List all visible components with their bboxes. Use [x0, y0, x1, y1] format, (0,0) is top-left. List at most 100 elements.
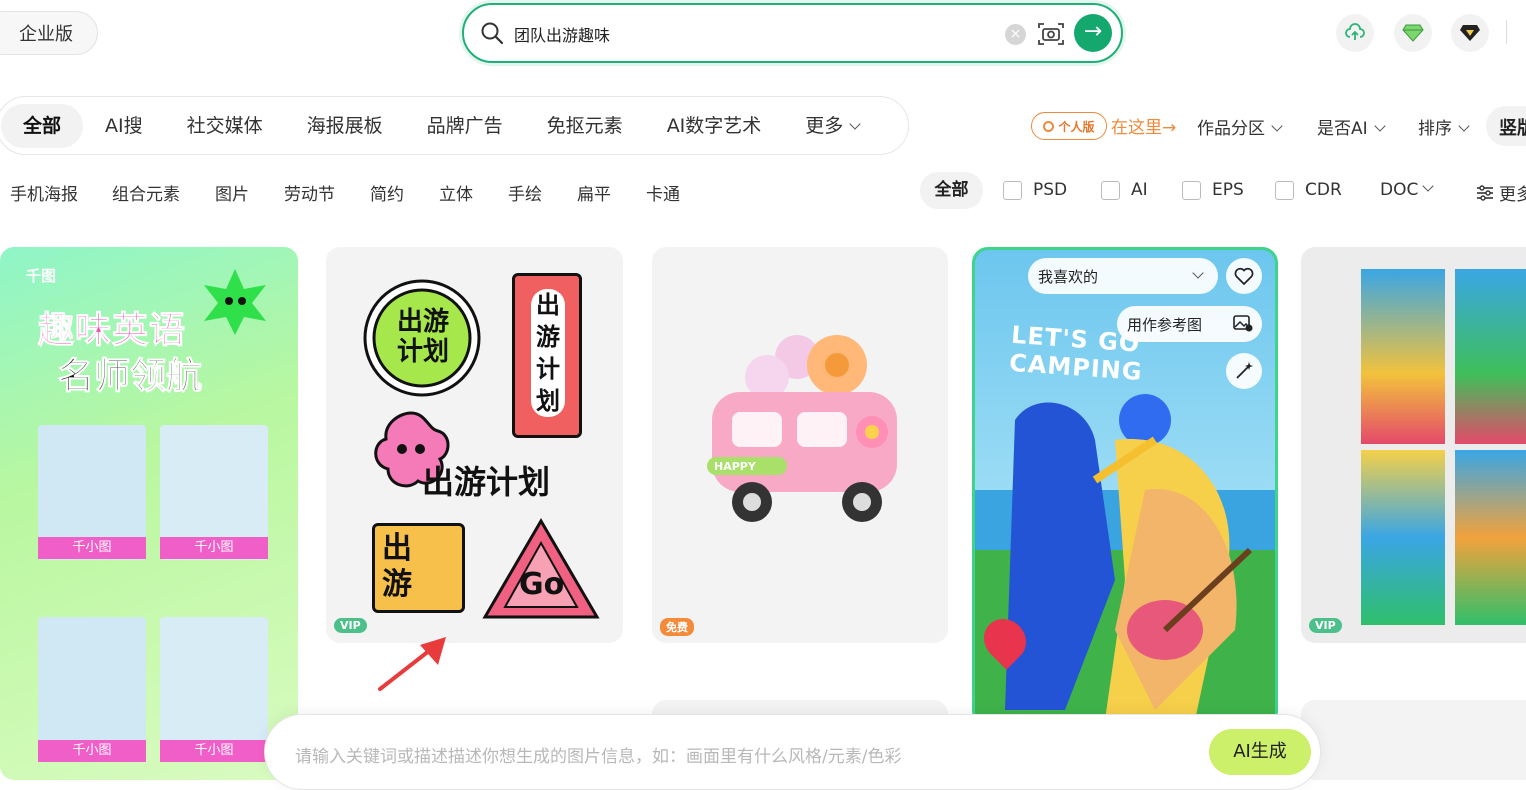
- vip-badge: VIP: [334, 618, 367, 633]
- chevron-down-icon: [849, 117, 861, 130]
- vertical-orientation-button[interactable]: 竖版: [1486, 106, 1526, 146]
- svip-diamond-button[interactable]: [1451, 14, 1489, 52]
- format-psd-label: PSD: [1033, 180, 1068, 200]
- tag-labor-day[interactable]: 劳动节: [284, 180, 335, 205]
- category-tabs: 全部 AI搜 社交媒体 海报展板 品牌广告 免抠元素 AI数字艺术 更多: [0, 96, 909, 155]
- search-box[interactable]: 团队出游趣味 × →: [462, 3, 1123, 63]
- result-card-poster-set[interactable]: VIP: [1301, 247, 1526, 643]
- favorites-folder-label: 我喜欢的: [1038, 268, 1099, 286]
- bus-sign-text: HAPPY: [714, 460, 756, 473]
- format-cdr-label: CDR: [1305, 180, 1342, 200]
- tag-cartoon[interactable]: 卡通: [646, 180, 680, 205]
- musicians-illustration: [1005, 394, 1253, 720]
- ai-generate-bar: 请输入关键词或描述描述你想生成的图片信息，如：画面里有什么风格/元素/色彩 AI…: [264, 714, 1321, 790]
- teacher-photo: [38, 617, 146, 752]
- free-badge: 免费: [660, 618, 694, 636]
- tag-simple[interactable]: 简约: [370, 180, 404, 205]
- personal-edition-badge[interactable]: 个人版: [1031, 112, 1107, 140]
- format-doc-dropdown[interactable]: DOC: [1380, 180, 1435, 200]
- chevron-down-icon: [1271, 120, 1283, 132]
- poster-title-line2: 名师领航: [57, 356, 203, 398]
- photo-label: 千小图: [160, 740, 268, 762]
- format-ai-label: AI: [1131, 180, 1148, 200]
- sticker-text: Go: [519, 567, 565, 602]
- tab-poster[interactable]: 海报展板: [285, 104, 405, 148]
- tab-brand-ads[interactable]: 品牌广告: [405, 104, 525, 148]
- photo-label: 千小图: [160, 537, 268, 559]
- tag-combo-elements[interactable]: 组合元素: [112, 180, 180, 205]
- tab-more-label: 更多: [805, 114, 844, 137]
- magic-wand-icon: [1236, 362, 1253, 379]
- sort-label: 排序: [1418, 119, 1452, 139]
- qiantu-logo: 千图: [26, 267, 57, 285]
- sticker-text: 出游计划: [422, 463, 551, 501]
- checkbox-box[interactable]: [1101, 180, 1120, 200]
- tab-more[interactable]: 更多: [783, 104, 881, 148]
- tag-images[interactable]: 图片: [215, 180, 249, 205]
- favorites-folder-select[interactable]: 我喜欢的: [1028, 258, 1218, 294]
- checkbox-box[interactable]: [1182, 180, 1201, 200]
- chevron-down-icon: [1458, 120, 1470, 132]
- ai-edit-button[interactable]: [1226, 353, 1262, 389]
- format-psd-checkbox[interactable]: PSD: [1003, 180, 1067, 200]
- result-card-3d-bus[interactable]: HAPPY 免费: [652, 247, 948, 643]
- format-eps-checkbox[interactable]: EPS: [1182, 180, 1244, 200]
- sort-dropdown[interactable]: 排序: [1418, 114, 1470, 139]
- sticker-text: 出游计划: [531, 289, 565, 417]
- format-eps-label: EPS: [1212, 180, 1244, 200]
- star-mascot-icon: [204, 269, 266, 335]
- enterprise-edition-button[interactable]: 企业版: [0, 11, 98, 55]
- tab-cutout-elements[interactable]: 免抠元素: [525, 104, 645, 148]
- poster-thumbnail: [1361, 269, 1445, 444]
- format-doc-label: DOC: [1380, 180, 1419, 200]
- red-arrow-annotation-icon: [378, 637, 446, 691]
- tag-3d[interactable]: 立体: [439, 180, 473, 205]
- ai-generate-button[interactable]: AI生成: [1209, 729, 1311, 775]
- format-cdr-checkbox[interactable]: CDR: [1275, 180, 1342, 200]
- poster-thumbnail: [1455, 450, 1526, 625]
- photo-label: 千小图: [38, 537, 146, 559]
- tag-phone-poster[interactable]: 手机海报: [10, 180, 78, 205]
- tab-ai-digital-art[interactable]: AI数字艺术: [645, 104, 784, 148]
- vip-diamond-button[interactable]: [1394, 14, 1432, 52]
- sticker-text: 出游: [382, 531, 412, 602]
- tab-ai-search[interactable]: AI搜: [83, 104, 165, 148]
- black-diamond-icon: [1460, 25, 1480, 41]
- clear-search-icon[interactable]: ×: [1005, 24, 1026, 45]
- heart-icon: [1234, 267, 1254, 285]
- pink-flower-bus-illustration: [707, 335, 897, 522]
- result-card-english-poster[interactable]: 千图 趣味英语 名师领航 千小图 千小图 千小图 千小图: [0, 247, 298, 780]
- tab-social-media[interactable]: 社交媒体: [165, 104, 285, 148]
- upload-button[interactable]: [1336, 14, 1374, 52]
- use-as-reference-label: 用作参考图: [1127, 316, 1203, 334]
- checkbox-box[interactable]: [1275, 180, 1294, 200]
- sticker-text: 出游计划: [396, 307, 449, 367]
- poster-thumbnail: [1361, 450, 1445, 625]
- use-as-reference-button[interactable]: 用作参考图: [1117, 306, 1262, 342]
- result-card-trip-stickers[interactable]: 出游计划 出游计划 出游计划 出游 Go VIP: [326, 247, 623, 643]
- tab-all[interactable]: 全部: [1, 103, 84, 148]
- checkbox-box[interactable]: [1003, 180, 1022, 200]
- here-link[interactable]: 在这里→: [1111, 113, 1176, 138]
- result-card-partial[interactable]: [1301, 700, 1526, 780]
- chevron-down-icon: [1192, 267, 1204, 279]
- image-add-icon: [1233, 315, 1253, 332]
- is-ai-label: 是否AI: [1317, 119, 1368, 139]
- search-submit-button[interactable]: →: [1074, 14, 1112, 52]
- image-search-camera-icon[interactable]: [1036, 19, 1066, 49]
- more-filters-button[interactable]: 更多: [1476, 180, 1526, 205]
- is-ai-dropdown[interactable]: 是否AI: [1317, 114, 1386, 139]
- photo-label: 千小图: [38, 740, 146, 762]
- ai-prompt-input[interactable]: 请输入关键词或描述描述你想生成的图片信息，如：画面里有什么风格/元素/色彩: [295, 742, 901, 767]
- works-zone-dropdown[interactable]: 作品分区: [1197, 114, 1283, 139]
- chevron-down-icon: [1373, 120, 1386, 132]
- favorite-button[interactable]: [1226, 258, 1262, 294]
- tag-hand-drawn[interactable]: 手绘: [508, 180, 542, 205]
- chevron-down-icon: [1422, 180, 1435, 192]
- format-ai-checkbox[interactable]: AI: [1101, 180, 1148, 200]
- search-input[interactable]: 团队出游趣味: [514, 22, 610, 46]
- cloud-upload-icon: [1345, 23, 1365, 40]
- format-all-button[interactable]: 全部: [920, 172, 983, 209]
- tag-flat[interactable]: 扁平: [577, 180, 611, 205]
- header-divider: [1506, 20, 1507, 44]
